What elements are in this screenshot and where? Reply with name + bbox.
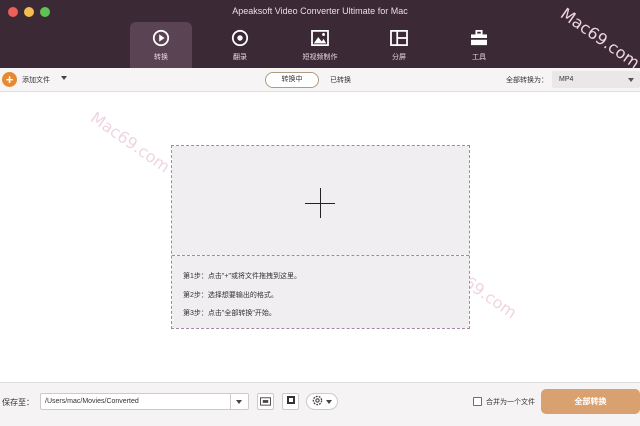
split-screen-icon xyxy=(389,28,409,48)
step-2-text: 第2步：选择想要输出的格式。 xyxy=(183,292,278,299)
hardware-acceleration-button[interactable] xyxy=(282,393,299,410)
window-title: Apeaksoft Video Converter Ultimate for M… xyxy=(232,6,408,16)
add-file-dropdown-icon[interactable] xyxy=(61,76,67,80)
app-header: Apeaksoft Video Converter Ultimate for M… xyxy=(0,0,640,68)
main-nav: 转换 翻录 短视频制作 分屏 工具 xyxy=(130,22,530,68)
chevron-down-icon xyxy=(326,399,332,404)
tab-split-screen[interactable]: 分屏 xyxy=(368,22,430,68)
tab-split-screen-label: 分屏 xyxy=(392,54,406,61)
merge-checkbox[interactable] xyxy=(473,397,482,406)
tab-tools-label: 工具 xyxy=(472,54,486,61)
output-format-value: MP4 xyxy=(559,76,574,83)
save-path-dropdown-icon[interactable] xyxy=(230,394,248,409)
add-file-plus-icon[interactable]: + xyxy=(2,72,17,87)
chevron-down-icon xyxy=(628,78,634,82)
tab-convert-label: 转换 xyxy=(154,54,168,61)
cpu-chip-icon xyxy=(285,393,297,411)
add-plus-icon[interactable] xyxy=(305,203,335,204)
settings-dropdown-button[interactable] xyxy=(306,393,338,410)
save-path-field[interactable]: /Users/mac/Movies/Converted xyxy=(40,393,249,410)
step-3-text: 第3步：点击"全部转换"开始。 xyxy=(183,310,276,317)
gear-icon xyxy=(312,393,323,411)
image-icon xyxy=(310,28,330,48)
tab-converted[interactable]: 已转换 xyxy=(330,75,351,85)
add-file-button[interactable]: 添加文件 xyxy=(22,75,50,85)
tab-tools[interactable]: 工具 xyxy=(448,22,510,68)
tab-short-video-label: 短视频制作 xyxy=(302,54,338,61)
tab-rip-label: 翻录 xyxy=(233,54,247,61)
tab-converting[interactable]: 转换中 xyxy=(265,72,319,88)
merge-label[interactable]: 合并为一个文件 xyxy=(486,397,535,407)
tab-short-video[interactable]: 短视频制作 xyxy=(289,22,351,68)
convert-all-to-label: 全部转换为： xyxy=(506,77,548,84)
output-format-select[interactable]: MP4 xyxy=(552,71,640,88)
tab-rip[interactable]: 翻录 xyxy=(209,22,271,68)
file-drop-zone[interactable]: 第1步：点击"+"或将文件拖拽到这里。 第2步：选择想要输出的格式。 第3步：点… xyxy=(171,145,470,329)
instructions-panel: 第1步：点击"+"或将文件拖拽到这里。 第2步：选择想要输出的格式。 第3步：点… xyxy=(172,256,469,328)
bottom-bar: 保存至： /Users/mac/Movies/Converted 合并为一个文件… xyxy=(0,382,640,426)
open-folder-button[interactable] xyxy=(257,393,274,410)
save-path-value: /Users/mac/Movies/Converted xyxy=(45,398,139,405)
convert-all-button[interactable]: 全部转换 xyxy=(541,389,640,414)
convert-icon xyxy=(151,28,171,48)
save-to-label: 保存至： xyxy=(2,398,34,407)
disc-icon xyxy=(230,28,250,48)
folder-icon xyxy=(260,393,271,411)
watermark: Mac69.com xyxy=(87,108,174,177)
toolbox-icon xyxy=(469,28,489,48)
toolbar: + 添加文件 转换中 已转换 全部转换为： MP4 xyxy=(0,68,640,92)
drop-area[interactable] xyxy=(172,146,469,255)
step-1-text: 第1步：点击"+"或将文件拖拽到这里。 xyxy=(183,273,301,280)
tab-convert[interactable]: 转换 xyxy=(130,22,192,68)
